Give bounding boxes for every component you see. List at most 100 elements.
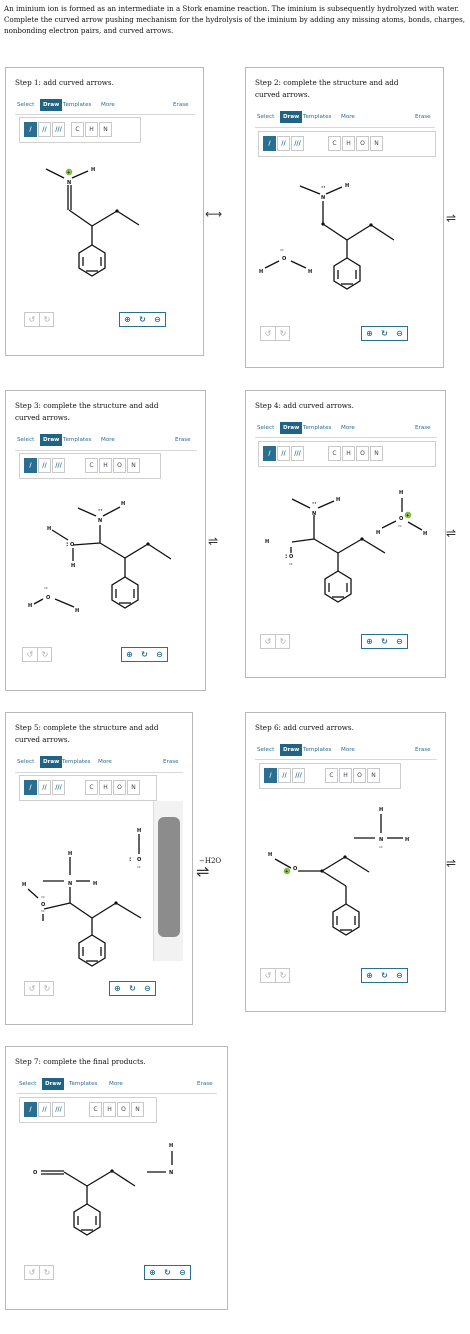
atom-H: H: [75, 608, 79, 614]
step2-molecule[interactable]: N ·· H O H H ··: [246, 68, 443, 367]
redo-icon[interactable]: ↻: [275, 327, 290, 340]
zoom-reset-icon[interactable]: ↻: [125, 982, 140, 995]
redo-icon[interactable]: ↻: [39, 313, 54, 326]
atom-O: O: [293, 866, 297, 872]
zoom-reset-icon[interactable]: ↻: [160, 1266, 175, 1279]
step5-molecule[interactable]: H N H H O ·· ·· H O : ··: [6, 713, 192, 1024]
zoom-in-icon[interactable]: ⊕: [122, 648, 137, 661]
atom-N: N: [68, 881, 72, 887]
zoom-reset-icon[interactable]: ↻: [137, 648, 152, 661]
atom-H: H: [379, 807, 383, 813]
undo-redo: ↺ ↻: [24, 312, 54, 327]
zoom-out-icon[interactable]: ⊖: [152, 648, 167, 661]
atom-O: O: [70, 542, 74, 548]
redo-icon[interactable]: ↻: [275, 969, 290, 982]
lone-pair: ··: [312, 500, 317, 507]
zoom-out-icon[interactable]: ⊖: [140, 982, 155, 995]
zoom-reset-icon[interactable]: ↻: [377, 635, 392, 648]
undo-redo: ↺ ↻: [260, 968, 290, 983]
equilibrium-arrow: ⇌: [446, 211, 457, 225]
zoom-in-icon[interactable]: ⊕: [362, 969, 377, 982]
lone-pair: ··: [137, 865, 141, 871]
undo-redo: ↺ ↻: [24, 1265, 54, 1280]
zoom-in-icon[interactable]: ⊕: [362, 327, 377, 340]
atom-O: O: [41, 902, 45, 908]
equilibrium-arrow: ⇌: [208, 534, 219, 548]
zoom-controls: ⊕ ↻ ⊖: [361, 326, 408, 341]
zoom-out-icon[interactable]: ⊖: [392, 969, 407, 982]
zoom-reset-icon[interactable]: ↻: [377, 327, 392, 340]
equilibrium-arrow: ⇌: [446, 526, 457, 540]
zoom-out-icon[interactable]: ⊖: [392, 635, 407, 648]
plus-charge: +: [67, 170, 70, 175]
atom-O: O: [137, 857, 141, 863]
lone-pair: :: [285, 553, 287, 560]
lone-pair: ··: [98, 507, 103, 514]
zoom-in-icon[interactable]: ⊕: [120, 313, 135, 326]
zoom-in-icon[interactable]: ⊕: [362, 635, 377, 648]
atom-H: H: [376, 530, 380, 536]
equilibrium-arrow: ⇌: [196, 862, 210, 881]
zoom-reset-icon[interactable]: ↻: [377, 969, 392, 982]
undo-icon[interactable]: ↺: [23, 648, 37, 661]
zoom-in-icon[interactable]: ⊕: [145, 1266, 160, 1279]
atom-O: O: [33, 1170, 37, 1176]
zoom-controls: ⊕ ↻ ⊖: [361, 634, 408, 649]
atom-H: H: [28, 603, 32, 609]
atom-H: H: [91, 167, 95, 173]
lone-pair: ··: [398, 524, 402, 530]
step3-molecule[interactable]: N ·· H O : H H O ·· H H: [6, 391, 205, 690]
redo-icon[interactable]: ↻: [275, 635, 290, 648]
atom-O: O: [399, 516, 403, 522]
zoom-reset-icon[interactable]: ↻: [135, 313, 150, 326]
step6-molecule[interactable]: H N ·· H H O +: [246, 713, 445, 1011]
step6-panel: Step 6: add curved arrows. Select Draw T…: [245, 712, 446, 1012]
atom-H: H: [399, 490, 403, 496]
redo-icon[interactable]: ↻: [39, 1266, 54, 1279]
atom-N: N: [169, 1170, 173, 1176]
zoom-controls: ⊕ ↻ ⊖: [144, 1265, 191, 1280]
atom-H: H: [345, 183, 349, 189]
atom-H: H: [259, 269, 263, 275]
atom-O: O: [46, 595, 50, 601]
lone-pair: ··: [44, 586, 48, 592]
atom-N: N: [98, 518, 102, 524]
redo-icon[interactable]: ↻: [37, 648, 52, 661]
atom-N: N: [321, 195, 325, 201]
zoom-out-icon[interactable]: ⊖: [150, 313, 165, 326]
step4-panel: Step 4: add curved arrows. Select Draw T…: [245, 390, 446, 678]
zoom-in-icon[interactable]: ⊕: [110, 982, 125, 995]
atom-O: O: [289, 554, 293, 560]
zoom-out-icon[interactable]: ⊖: [175, 1266, 190, 1279]
atom-H: H: [22, 882, 26, 888]
zoom-controls: ⊕ ↻ ⊖: [121, 647, 168, 662]
undo-redo: ↺ ↻: [22, 647, 52, 662]
atom-H: H: [47, 526, 51, 532]
lone-pair: ··: [280, 248, 284, 254]
atom-H: H: [68, 851, 72, 857]
step7-panel: Step 7: complete the final products. Sel…: [5, 1046, 228, 1310]
atom-H: H: [93, 881, 97, 887]
atom-H: H: [336, 497, 340, 503]
atom-N: N: [312, 511, 316, 517]
undo-icon[interactable]: ↺: [261, 969, 275, 982]
plus-charge: +: [406, 513, 409, 518]
undo-icon[interactable]: ↺: [25, 1266, 39, 1279]
redo-icon[interactable]: ↻: [39, 982, 54, 995]
resonance-arrow: ⟷: [205, 207, 223, 221]
atom-O: O: [282, 256, 286, 262]
undo-icon[interactable]: ↺: [25, 313, 39, 326]
zoom-out-icon[interactable]: ⊖: [392, 327, 407, 340]
atom-H: H: [121, 501, 125, 507]
atom-H: H: [71, 563, 75, 569]
undo-redo: ↺ ↻: [24, 981, 54, 996]
plus-charge: +: [285, 869, 288, 874]
lone-pair: ··: [41, 909, 45, 915]
undo-icon[interactable]: ↺: [261, 327, 275, 340]
undo-icon[interactable]: ↺: [25, 982, 39, 995]
undo-icon[interactable]: ↺: [261, 635, 275, 648]
atom-H: H: [308, 269, 312, 275]
atom-H: H: [405, 837, 409, 843]
lone-pair: ··: [379, 845, 383, 851]
equilibrium-arrow: ⇌: [446, 856, 457, 870]
